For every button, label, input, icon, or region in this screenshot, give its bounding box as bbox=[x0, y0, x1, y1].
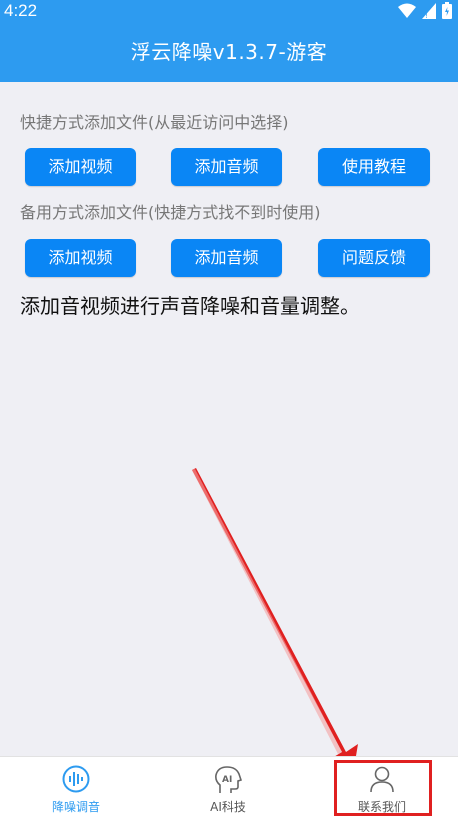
ai-head-icon: AI bbox=[215, 766, 242, 793]
feedback-button[interactable]: 问题反馈 bbox=[318, 239, 430, 277]
nav-item-ai[interactable]: AI AI科技 bbox=[152, 757, 304, 821]
backup-add-video-button[interactable]: 添加视频 bbox=[25, 239, 136, 277]
nav-label-ai: AI科技 bbox=[210, 800, 246, 814]
nav-label-denoise: 降噪调音 bbox=[51, 800, 100, 814]
status-icons: ! bbox=[398, 2, 452, 19]
svg-text:!: ! bbox=[425, 12, 428, 19]
status-time: 4:22 bbox=[4, 1, 38, 20]
backup-add-audio-button[interactable]: 添加音频 bbox=[171, 239, 282, 277]
waveform-icon bbox=[62, 765, 90, 793]
add-video-button[interactable]: 添加视频 bbox=[25, 148, 136, 186]
signal-icon: ! bbox=[422, 2, 436, 19]
svg-text:AI: AI bbox=[222, 775, 232, 785]
section-backup-label: 备用方式添加文件(快捷方式找不到时使用) bbox=[20, 203, 321, 222]
add-audio-button[interactable]: 添加音频 bbox=[171, 148, 282, 186]
section-quick-label: 快捷方式添加文件(从最近访问中选择) bbox=[20, 113, 289, 132]
wifi-icon bbox=[398, 3, 416, 18]
description-text: 添加音视频进行声音降噪和音量调整。 bbox=[20, 294, 360, 318]
app-header: 4:22 ! 浮云降噪v1.3.7-游客 bbox=[0, 0, 458, 82]
battery-icon bbox=[442, 2, 452, 19]
page-title: 浮云降噪v1.3.7-游客 bbox=[130, 40, 328, 64]
highlight-box bbox=[334, 760, 432, 816]
nav-item-denoise[interactable]: 降噪调音 bbox=[0, 757, 152, 821]
tutorial-button[interactable]: 使用教程 bbox=[318, 148, 430, 186]
